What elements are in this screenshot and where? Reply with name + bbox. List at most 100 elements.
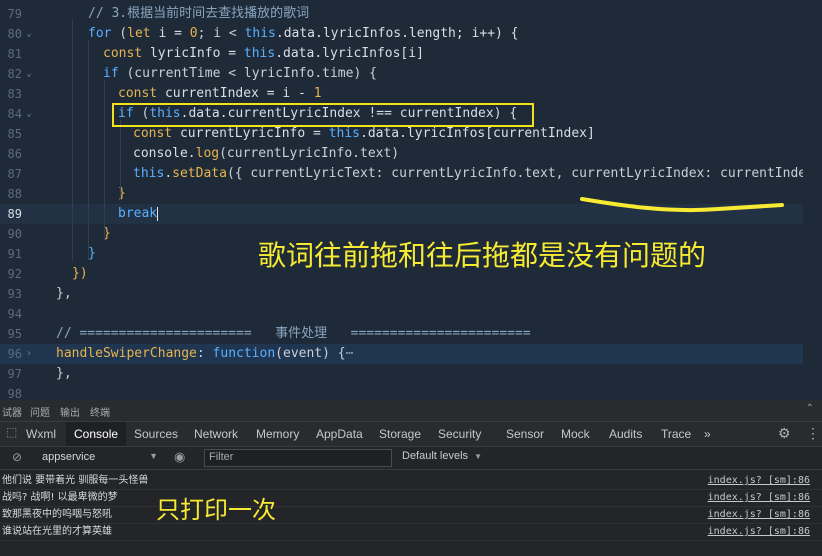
code-token: setData <box>172 166 227 181</box>
code-token: for <box>88 26 112 41</box>
line-number: 89 <box>7 207 22 221</box>
inspect-icon[interactable]: ⬚ <box>6 425 17 439</box>
line-code: }, <box>56 284 72 304</box>
console-message: 他们说 要带着光 驯服每一头怪兽 index.js? [sm]:86 <box>0 472 822 490</box>
console-message: 战吗? 战啊! 以最卑微的梦 index.js? [sm]:86 <box>0 489 822 507</box>
message-text: 战吗? 战啊! 以最卑微的梦 <box>2 492 118 503</box>
line-number: 90 <box>7 227 22 241</box>
code-token: .data.lyricInfos[currentIndex] <box>360 126 595 141</box>
dropdown-arrow-icon: ▼ <box>474 452 483 461</box>
code-token: handleSwiperChange <box>56 346 197 361</box>
highlight-box <box>112 103 534 127</box>
message-source-link[interactable]: index.js? [sm]:86 <box>708 523 810 540</box>
line-code: const currentLyricInfo = this.data.lyric… <box>133 124 595 144</box>
code-line[interactable]: 83 const currentIndex = i - 1 <box>0 84 822 104</box>
fold-open-icon[interactable]: ⌄ <box>26 64 32 84</box>
more-tabs-button[interactable]: » <box>696 422 719 446</box>
message-text: 致那黑夜中的呜咽与怒吼 <box>2 509 112 520</box>
tab-audits[interactable]: Audits <box>601 422 650 446</box>
code-token: const <box>118 86 158 101</box>
message-source-link[interactable]: index.js? [sm]:86 <box>708 472 810 489</box>
chevron-up-icon[interactable]: ⌃ <box>806 403 814 414</box>
code-line[interactable]: 87 this.setData({ currentLyricText: curre… <box>0 164 822 184</box>
code-editor[interactable]: 79 // 3.根据当前时间去查找播放的歌词 80 ⌄ for (let i = 0; … <box>0 0 822 400</box>
message-source-link[interactable]: index.js? [sm]:86 <box>708 489 810 506</box>
tab-sensor[interactable]: Sensor <box>498 422 552 446</box>
line-code: const lyricInfo = this.data.lyricInfos[i… <box>103 44 424 64</box>
more-options-icon[interactable]: ⋮ <box>806 425 820 442</box>
message-source-link[interactable]: index.js? [sm]:86 <box>708 506 810 523</box>
tab-sources[interactable]: Sources <box>126 422 186 446</box>
code-token: ; i < <box>197 26 245 41</box>
line-number: 80 <box>7 27 22 41</box>
eye-icon[interactable]: ◉ <box>174 449 185 465</box>
tab-trace[interactable]: Trace <box>653 422 699 446</box>
drawer-tab-terminal[interactable]: 终端 <box>90 404 110 419</box>
line-code: // 3.根据当前时间去查找播放的歌词 <box>88 4 309 24</box>
levels-label: Default levels <box>402 450 469 462</box>
code-token: } <box>88 246 96 261</box>
indent-guide <box>120 120 121 200</box>
dropdown-arrow-icon: ▼ <box>149 451 158 461</box>
clear-console-icon[interactable]: ⊘ <box>12 450 22 464</box>
code-line[interactable]: 94 <box>0 304 822 324</box>
code-token: 1 <box>313 86 322 101</box>
console-message: 致那黑夜中的呜咽与怒吼 index.js? [sm]:86 <box>0 506 822 524</box>
line-number: 97 <box>7 367 22 381</box>
tab-memory[interactable]: Memory <box>248 422 307 446</box>
line-code: }) <box>72 264 88 284</box>
code-token: }, <box>56 286 72 301</box>
code-line[interactable]: 82 ⌄ if (currentTime < lyricInfo.time) { <box>0 64 822 84</box>
line-code: break <box>118 204 159 224</box>
tab-appdata[interactable]: AppData <box>308 422 371 446</box>
line-number: 93 <box>7 287 22 301</box>
context-selector[interactable]: appservice ▼ <box>34 449 162 467</box>
code-token: let <box>127 26 151 41</box>
drawer-tab-problems[interactable]: 问题 <box>30 404 50 419</box>
code-line[interactable]: 81 const lyricInfo = this.data.lyricInfos… <box>0 44 822 64</box>
tab-security[interactable]: Security <box>430 422 489 446</box>
fold-closed-icon[interactable]: › <box>26 344 32 364</box>
line-code: }, <box>56 364 72 384</box>
gear-icon[interactable]: ⚙ <box>778 425 791 442</box>
tab-wxml[interactable]: Wxml <box>18 422 64 446</box>
tab-console[interactable]: Console <box>66 422 127 446</box>
drawer-tab-debugger[interactable]: 试器 <box>2 404 22 419</box>
fold-open-icon[interactable]: ⌄ <box>26 104 32 124</box>
tab-storage[interactable]: Storage <box>371 422 429 446</box>
code-line[interactable]: 96 › handleSwiperChange: function(event) {… <box>0 344 822 364</box>
line-number: 96 <box>7 347 22 361</box>
code-token: // ====================== 事件处理 =========… <box>56 326 531 341</box>
devtools-tabbar: ⬚ Wxml Console Sources Network Memory Ap… <box>0 422 822 447</box>
text-cursor <box>157 206 159 221</box>
tab-network[interactable]: Network <box>186 422 246 446</box>
line-number: 86 <box>7 147 22 161</box>
code-line[interactable]: 97}, <box>0 364 822 384</box>
code-line[interactable]: 95 // ====================== 事件处理 =======… <box>0 324 822 344</box>
code-token: i = <box>150 26 190 41</box>
annotation-console: 只打印一次 <box>156 496 276 524</box>
code-line[interactable]: 93}, <box>0 284 822 304</box>
code-token: ({ currentLyricText: currentLyricInfo.te… <box>226 166 822 181</box>
underline-mark <box>580 197 784 213</box>
devtools-panel: 试器 问题 输出 终端 ⌃ ⬚ Wxml Console Sources Net… <box>0 400 822 556</box>
line-number: 85 <box>7 127 22 141</box>
code-token: ( <box>111 26 128 41</box>
fold-open-icon[interactable]: ⌄ <box>26 24 32 44</box>
line-code: const currentIndex = i - 1 <box>118 84 322 104</box>
indent-guide <box>72 20 73 260</box>
console-output: 他们说 要带着光 驯服每一头怪兽 index.js? [sm]:86 战吗? 战… <box>0 470 822 556</box>
drawer-tab-output[interactable]: 输出 <box>60 404 80 419</box>
filter-input[interactable]: Filter <box>204 449 392 467</box>
code-line[interactable]: 98 <box>0 384 822 400</box>
tab-mock[interactable]: Mock <box>553 422 598 446</box>
code-token: .data.lyricInfos.length; i++) { <box>275 26 519 41</box>
levels-selector[interactable]: Default levels ▼ <box>402 450 482 462</box>
code-line[interactable]: 79 // 3.根据当前时间去查找播放的歌词 <box>0 4 822 24</box>
code-line[interactable]: 80 ⌄ for (let i = 0; i < this.data.lyricIn… <box>0 24 822 44</box>
code-token: .data.lyricInfos[i] <box>275 46 424 61</box>
code-line[interactable]: 86 console.log(currentLyricInfo.text) <box>0 144 822 164</box>
code-line[interactable]: 85 const currentLyricInfo = this.data.lyr… <box>0 124 822 144</box>
line-number: 95 <box>7 327 22 341</box>
code-token: }) <box>72 266 88 281</box>
